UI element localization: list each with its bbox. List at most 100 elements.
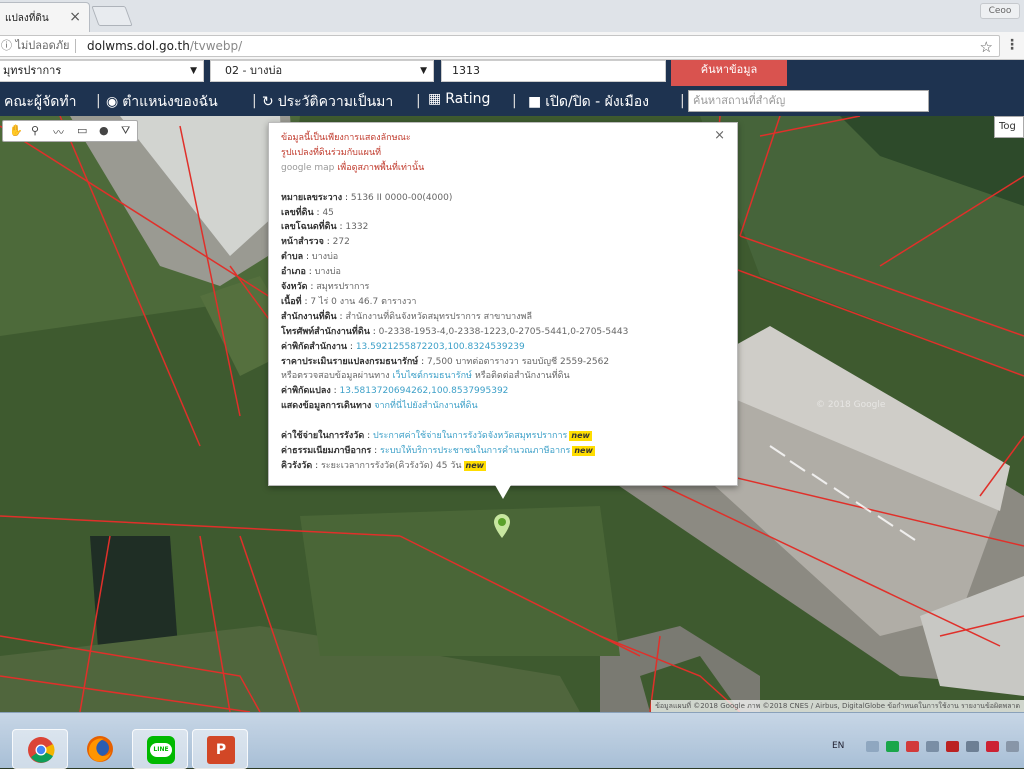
new-badge: new (572, 446, 595, 456)
site-search-bar: มุทรปราการ ▼ 02 - บางบ่อ ▼ 1313 ค้นหาข้อ… (0, 60, 1024, 86)
treasury-website-link[interactable]: เว็บไซต์กรมธนารักษ์ (393, 371, 472, 381)
field-label: ราคาประเมินรายแปลงกรมธนารักษ์ (281, 356, 419, 367)
taskbar-powerpoint[interactable]: P (192, 729, 248, 769)
satellite-map[interactable]: ✋ ⚲ 〰 ▭ ● ⛛ Tog © 2018 Google × ข้อมูลนี… (0, 116, 1024, 712)
field-label: เลขที่ดิน (281, 207, 314, 218)
district-select-value: 02 - บางบ่อ (225, 64, 283, 77)
rectangle-tool-icon[interactable]: ▭ (77, 124, 87, 137)
tab-title: แปลงที่ดิน (5, 13, 49, 24)
parcel-coord-link[interactable]: 13.5813720694262,100.8537995392 (340, 386, 509, 396)
marker-tool-icon[interactable]: ⚲ (31, 124, 39, 137)
url-text[interactable]: dolwms.dol.go.th/tvwebp/ (87, 36, 242, 56)
site-toolbar: คณะผู้จัดทำ | ◉ ตำแหน่งของฉัน | ↻ ประวัติค… (0, 86, 1024, 116)
disclaimer-suffix: เพื่อดูสภาพพื้นที่เท่านั้น (334, 162, 425, 173)
new-tab-button[interactable] (91, 6, 133, 26)
history-icon: ↻ (262, 94, 274, 110)
location-icon: ◉ (106, 94, 119, 110)
office-coord-link[interactable]: 13.5921255872203,100.8324539239 (356, 342, 525, 352)
tax-link[interactable]: ระบบให้บริการประชาชนในการคำนวณภาษีอากร (380, 446, 570, 456)
field-label: หมายเลขระวาง (281, 192, 343, 203)
field-label: ค่าพิกัดสำนักงาน (281, 341, 348, 352)
disclaimer-google: google map (281, 162, 335, 173)
browser-tab[interactable]: แปลงที่ดิน × (0, 2, 90, 32)
language-indicator[interactable]: EN (832, 741, 844, 751)
district-select[interactable]: 02 - บางบ่อ ▼ (210, 60, 434, 82)
new-badge: new (569, 431, 592, 442)
my-location-label: ตำแหน่งของฉัน (122, 94, 218, 110)
field-row: เลขที่ดิน : 45 (281, 207, 334, 218)
browser-tabstrip: แปลงที่ดิน × Ceoo (0, 0, 1024, 32)
history-label: ประวัติความเป็นมา (277, 94, 394, 110)
field-label: ค่าธรรมเนียมภาษีอากร (281, 446, 372, 456)
price-row: ราคาประเมินรายแปลงกรมธนารักษ์ : 7,500 บา… (281, 356, 610, 367)
toolbar-divider: | (96, 93, 101, 109)
volume-tray-icon[interactable] (986, 741, 999, 752)
field-label: โทรศัพท์สำนักงานที่ดิน (281, 326, 370, 337)
battery-tray-icon[interactable] (1006, 741, 1019, 752)
taskbar-firefox[interactable] (72, 729, 128, 769)
search-button[interactable]: ค้นหาข้อมูล (671, 60, 787, 86)
field-row: เนื้อที่ : 7 ไร่ 0 งาน 46.7 ตารางวา (281, 296, 417, 307)
field-row: หน้าสำรวจ : 272 (281, 237, 350, 248)
check-row: หรือตรวจสอบข้อมูลผ่านทาง เว็บไซต์กรมธนาร… (281, 369, 725, 384)
field-label: เลขโฉนดที่ดิน (281, 222, 337, 233)
draw-toolbar: ✋ ⚲ 〰 ▭ ● ⛛ (2, 120, 138, 142)
line-tool-icon[interactable]: 〰 (53, 124, 64, 140)
chevron-down-icon: ▼ (420, 66, 427, 76)
sync-tray-icon[interactable] (926, 741, 939, 752)
flag-tray-icon[interactable] (946, 741, 959, 752)
history-link[interactable]: ↻ ประวัติความเป็นมา (262, 91, 393, 113)
signal-tray-icon[interactable] (966, 741, 979, 752)
taskbar-chrome[interactable] (12, 729, 68, 769)
route-row: แสดงข้อมูลการเดินทาง จากที่นี่ไปยังสำนัก… (281, 399, 725, 414)
bookmark-star-icon[interactable]: ☆ (980, 37, 993, 57)
windows-taskbar: LINE P EN (0, 712, 1024, 769)
parcel-number-value: 1313 (452, 64, 480, 77)
field-row: หมายเลขระวาง : 5136 II 0000-00(4000) (281, 192, 453, 203)
circle-tool-icon[interactable]: ● (99, 124, 109, 137)
chevron-down-icon: ▼ (190, 66, 197, 76)
url-field[interactable]: ⓘ ไม่ปลอดภัย dolwms.dol.go.th/tvwebp/ ☆ (0, 35, 1000, 57)
zoning-toggle[interactable]: ■ เปิด/ปิด - ผังเมือง (528, 91, 649, 113)
line-tray-icon[interactable] (886, 741, 899, 752)
field-label: แสดงข้อมูลการเดินทาง (281, 401, 372, 412)
browser-menu-icon[interactable]: ⋮ (1005, 37, 1019, 53)
profile-button[interactable]: Ceoo (980, 3, 1020, 19)
toolbar-divider: | (512, 93, 517, 109)
rating-link[interactable]: ▦ Rating (428, 91, 490, 107)
field-label: สำนักงานที่ดิน (281, 311, 337, 322)
line-icon: LINE (147, 736, 175, 764)
map-type-toggle[interactable]: Tog (994, 116, 1024, 138)
queue-row: คิวรังวัด : ระยะเวลาการรังวัด(คิวรังวัด)… (281, 460, 487, 471)
province-select[interactable]: มุทรปราการ ▼ (0, 60, 204, 82)
toolbar-divider: | (252, 93, 257, 109)
fee-row: ค่าใช้จ่ายในการรังวัด : ประกาศค่าใช้จ่าย… (281, 431, 592, 442)
security-indicator[interactable]: ⓘ ไม่ปลอดภัย (1, 36, 69, 56)
parcel-number-input[interactable]: 1313 (441, 60, 666, 82)
polygon-tool-icon[interactable]: ⛛ (121, 124, 130, 138)
credits-link[interactable]: คณะผู้จัดทำ (4, 91, 76, 113)
close-icon[interactable]: × (714, 128, 725, 144)
popup-tail (495, 485, 511, 499)
credits-label: คณะผู้จัดทำ (4, 94, 77, 110)
field-value: บางบ่อ (311, 252, 339, 263)
place-search-input[interactable]: ค้นหาสถานที่สำคัญ (688, 90, 929, 112)
field-label: คิวรังวัด (281, 460, 313, 471)
zoning-label: เปิด/ปิด - ผังเมือง (545, 94, 649, 110)
fee-link[interactable]: ประกาศค่าใช้จ่ายในการรังวัดจังหวัดสมุทรป… (373, 431, 567, 441)
tab-close-icon[interactable]: × (69, 9, 81, 25)
network-tray-icon[interactable] (866, 741, 879, 752)
parcel-marker-icon[interactable] (494, 514, 510, 538)
my-location-link[interactable]: ◉ ตำแหน่งของฉัน (106, 91, 218, 113)
field-value: 7 ไร่ 0 งาน 46.7 ตารางวา (310, 296, 417, 307)
province-select-value: มุทรปราการ (3, 64, 62, 77)
field-row: ตำบล : บางบ่อ (281, 252, 339, 263)
tax-row: ค่าธรรมเนียมภาษีอากร : ระบบให้บริการประช… (281, 446, 595, 456)
notification-tray-icon[interactable] (906, 741, 919, 752)
url-path: /tvwebp/ (189, 39, 243, 53)
taskbar-line[interactable]: LINE (132, 729, 188, 769)
route-link[interactable]: จากที่นี่ไปยังสำนักงานที่ดิน (374, 401, 477, 411)
field-value: 0-2338-1953-4,0-2338-1223,0-2705-5441,0-… (378, 326, 629, 337)
hand-pan-icon[interactable]: ✋ (9, 124, 23, 137)
